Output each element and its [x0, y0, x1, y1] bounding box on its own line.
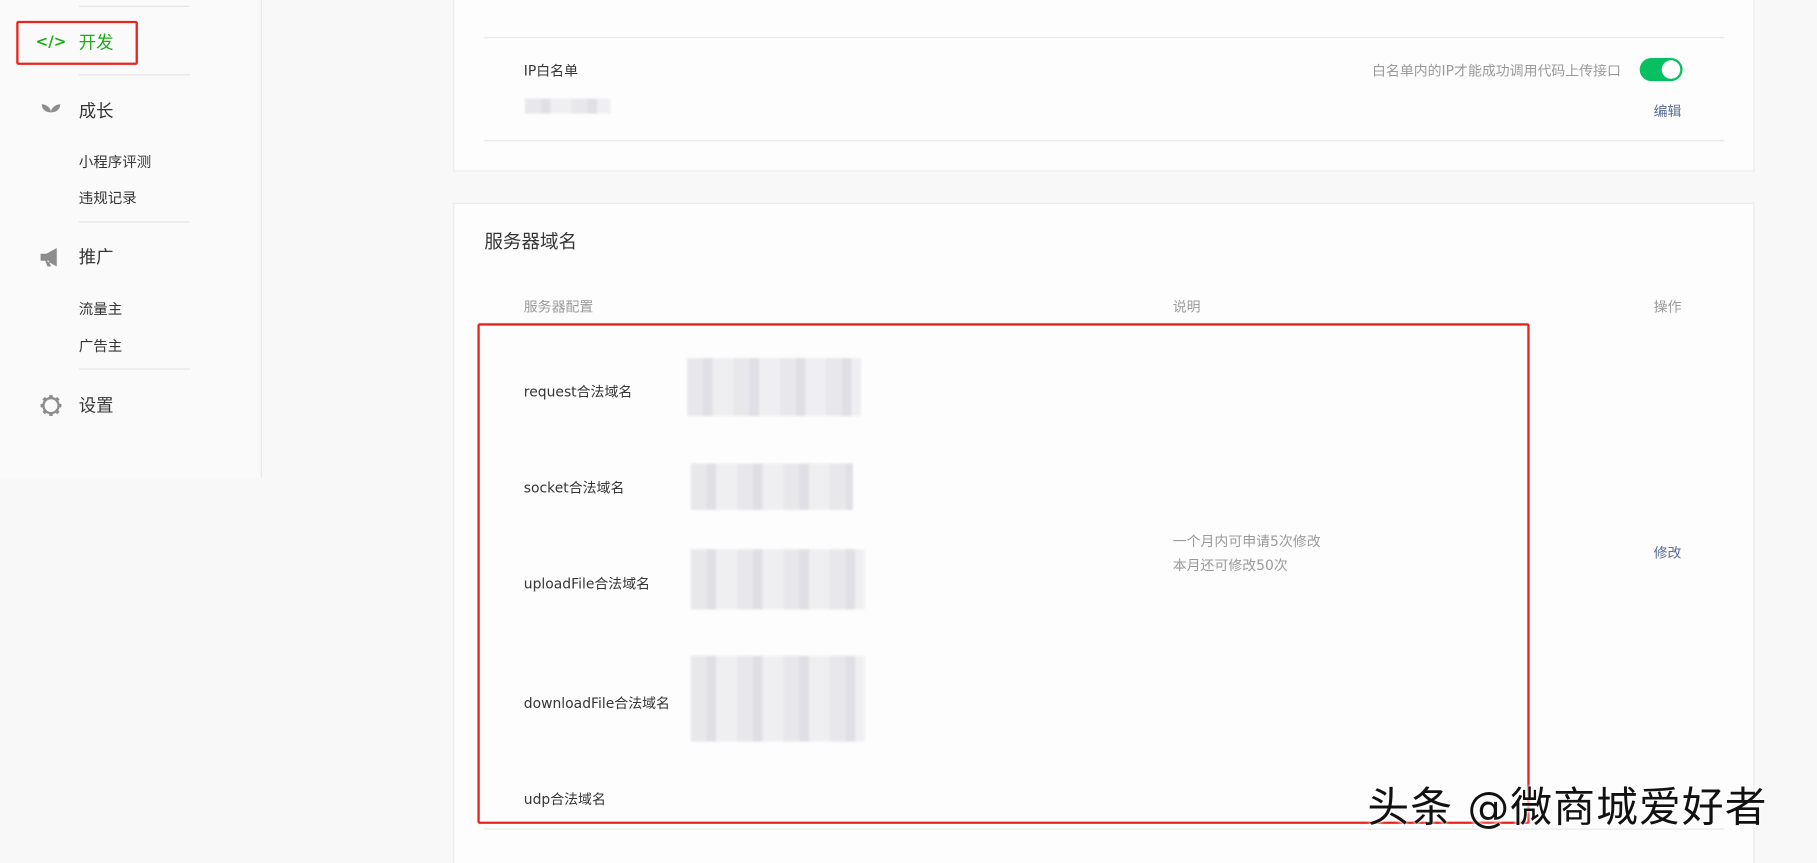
sprout-icon: [39, 99, 62, 122]
divider: [78, 5, 191, 7]
ip-whitelist-toggle[interactable]: [1639, 57, 1683, 82]
highlight-box: [477, 323, 1530, 824]
nav-promotion-label: 推广: [78, 246, 114, 268]
modify-domains-link[interactable]: 修改: [1654, 542, 1682, 562]
edit-ip-whitelist-link[interactable]: 编辑: [1654, 101, 1682, 121]
watermark: 头条 @微商城爱好者: [1367, 784, 1768, 833]
ip-value-redacted: [524, 98, 611, 114]
ip-whitelist-label: IP白名单: [523, 62, 578, 79]
nav-advertiser[interactable]: 广告主: [79, 334, 122, 356]
nav-violation-records[interactable]: 违规记录: [79, 185, 137, 207]
nav-growth-label: 成长: [78, 100, 114, 122]
column-header-action: 操作: [1653, 298, 1682, 316]
nav-growth[interactable]: 成长: [39, 98, 114, 122]
sidebar: </> 开发 成长 小程序评测 违规记录 推广 流量主 广告主 设置: [0, 0, 262, 478]
divider: [78, 368, 191, 370]
nav-settings[interactable]: 设置: [39, 393, 114, 417]
nav-promotion[interactable]: 推广: [39, 245, 114, 269]
divider: [484, 37, 1725, 39]
ip-whitelist-card: [453, 0, 1755, 172]
column-header-config: 服务器配置: [523, 298, 594, 316]
divider: [78, 221, 191, 223]
divider: [484, 140, 1725, 142]
gear-icon: [39, 393, 62, 416]
highlight-box: [16, 20, 138, 65]
nav-mini-program-review[interactable]: 小程序评测: [79, 149, 151, 171]
column-header-description: 说明: [1172, 298, 1201, 316]
divider: [78, 74, 191, 76]
nav-settings-label: 设置: [78, 395, 114, 417]
section-title: 服务器域名: [484, 230, 578, 253]
nav-traffic-owner[interactable]: 流量主: [79, 297, 122, 319]
megaphone-icon: [39, 245, 62, 268]
ip-whitelist-hint: 白名单内的IP才能成功调用代码上传接口: [1372, 62, 1621, 79]
